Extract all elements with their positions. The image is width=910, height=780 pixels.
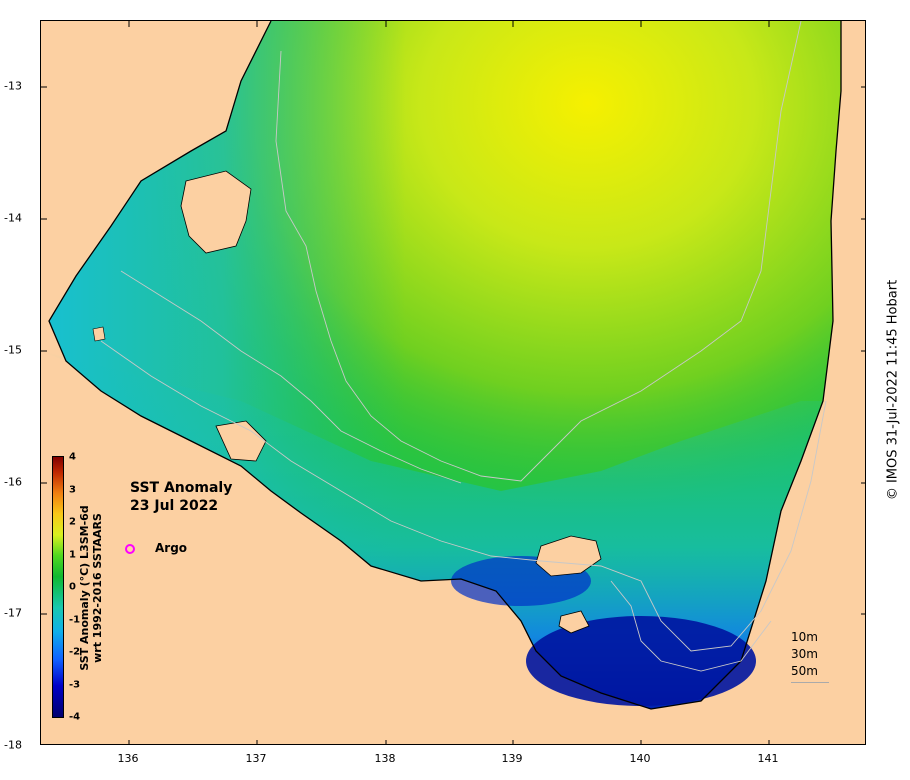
colorbar <box>52 456 64 718</box>
longitude-tick-label: 141 <box>757 752 779 765</box>
colorbar-tick-label: 3 <box>69 484 76 496</box>
island <box>92 326 106 342</box>
colorbar-tick-label: 1 <box>69 549 76 561</box>
colorbar-title-line: wrt 1992-2016 SSTAARS <box>91 513 104 663</box>
latitude-tick-label: -13 <box>4 79 22 93</box>
colorbar-tick-label: -4 <box>69 711 81 723</box>
longitude-tick-label: 136 <box>117 752 139 765</box>
latitude-tick-label: -17 <box>4 606 22 620</box>
longitude-tick-label: 139 <box>501 752 523 765</box>
longitude-tick-label: 140 <box>629 752 651 765</box>
latitude-tick-label: -14 <box>4 211 22 225</box>
map-panel <box>40 20 866 745</box>
argo-marker-icon <box>125 544 135 554</box>
depth-legend-label: 30m <box>791 647 818 661</box>
depth-legend-label: 10m <box>791 630 818 644</box>
colorbar-tick-label: -3 <box>69 679 81 691</box>
credit-text: © IMOS 31-Jul-2022 11:45 Hobart <box>885 279 901 501</box>
depth-legend-label: 50m <box>791 664 818 678</box>
sst-anomaly-map <box>41 21 865 744</box>
map-date: 23 Jul 2022 <box>130 498 219 514</box>
longitude-tick-label: 138 <box>374 752 396 765</box>
colorbar-tick-label: 2 <box>69 516 76 528</box>
argo-legend-label: Argo <box>155 541 188 555</box>
colorbar-tick-label: 4 <box>69 451 76 463</box>
latitude-tick-label: -16 <box>4 475 22 489</box>
colorbar-tick-label: 0 <box>69 581 76 593</box>
map-title-line: SST Anomaly <box>130 480 233 496</box>
longitude-tick-label: 137 <box>245 752 267 765</box>
map-title: SST Anomaly 23 Jul 2022 <box>130 479 232 515</box>
cold-anomaly-core <box>526 616 756 706</box>
depth-legend-line <box>791 682 829 683</box>
latitude-tick-label: -18 <box>4 738 22 752</box>
latitude-tick-label: -15 <box>4 343 22 357</box>
colorbar-title: SST Anomaly (°C) L3SM-6d wrt 1992-2016 S… <box>78 505 104 670</box>
colorbar-title-line: SST Anomaly (°C) L3SM-6d <box>78 505 91 671</box>
